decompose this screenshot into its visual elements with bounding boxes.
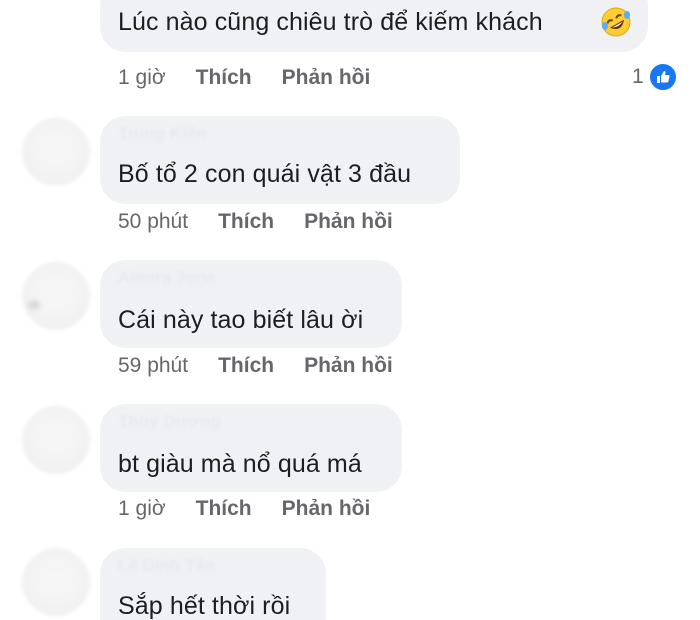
image-artifact [28, 300, 40, 310]
like-button[interactable]: Thích [218, 354, 274, 378]
avatar[interactable] [22, 406, 90, 474]
rolling-on-floor-laughing-emoji-icon [600, 6, 632, 43]
like-button[interactable]: Thích [218, 210, 274, 234]
like-icon [647, 62, 678, 92]
comment-actions: 59 phút Thích Phản hồi [118, 354, 393, 378]
reply-button[interactable]: Phản hồi [304, 210, 393, 234]
reply-button[interactable]: Phản hồi [282, 66, 371, 90]
comment-time[interactable]: 59 phút [118, 354, 188, 378]
comment-text: Bố tổ 2 con quái vật 3 đầu [118, 160, 412, 188]
reply-button[interactable]: Phản hồi [304, 354, 393, 378]
comment-text: Cái này tao biết lâu ời [118, 306, 364, 334]
comment-author[interactable]: Trung Kiên [118, 124, 207, 144]
reply-button[interactable]: Phản hồi [282, 497, 371, 521]
avatar[interactable] [22, 548, 90, 616]
comment-bubble: Aimira Jona Cái này tao biết lâu ời [100, 260, 402, 348]
comment-author[interactable]: Lê Đình Tân [118, 556, 215, 576]
comment-text: Lúc nào cũng chiêu trò để kiếm khách [118, 8, 543, 36]
like-button[interactable]: Thích [196, 497, 252, 521]
comment-author[interactable]: Aimira Jona [118, 268, 215, 288]
like-button[interactable]: Thích [196, 66, 252, 90]
reaction-summary[interactable]: 1 [632, 62, 678, 92]
comment-actions: 50 phút Thích Phản hồi [118, 210, 393, 234]
comment-text: Sắp hết thời rồi [118, 592, 291, 620]
comment-text: bt giàu mà nổ quá má [118, 450, 362, 478]
comment-time[interactable]: 50 phút [118, 210, 188, 234]
comment-thread: Lúc nào cũng chiêu trò để kiếm khách 1 g… [0, 0, 700, 620]
comment-actions: 1 giờ Thích Phản hồi [118, 497, 370, 521]
comment-bubble: Trung Kiên Bố tổ 2 con quái vật 3 đầu [100, 116, 460, 204]
comment-author[interactable]: Thùy Dương [118, 412, 221, 432]
avatar[interactable] [22, 262, 90, 330]
comment-bubble: Lê Đình Tân Sắp hết thời rồi [100, 548, 326, 620]
comment-actions: 1 giờ Thích Phản hồi [118, 66, 370, 90]
comment-bubble: Thùy Dương bt giàu mà nổ quá má [100, 404, 402, 492]
comment-time[interactable]: 1 giờ [118, 66, 166, 90]
reaction-count: 1 [632, 65, 644, 88]
comment-time[interactable]: 1 giờ [118, 497, 166, 521]
avatar[interactable] [22, 118, 90, 186]
comment-bubble: Lúc nào cũng chiêu trò để kiếm khách [100, 0, 648, 52]
